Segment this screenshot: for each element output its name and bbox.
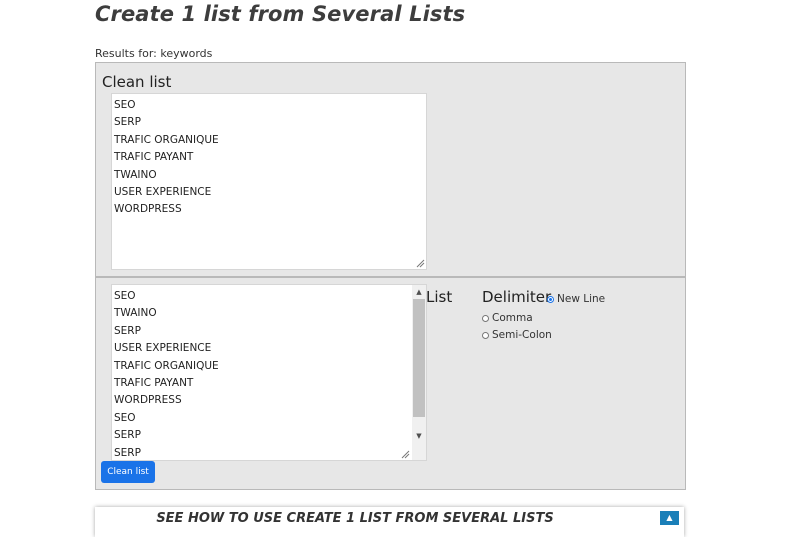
output-line: SERP <box>114 116 141 129</box>
delimiter-label: Delimiter <box>482 288 552 306</box>
radio-unchecked-icon[interactable] <box>482 314 489 322</box>
input-line: SERP <box>114 429 141 442</box>
input-line: SEO <box>114 290 136 302</box>
scrollbar[interactable]: ▲ ▼ <box>412 285 426 460</box>
radio-checked-icon[interactable] <box>547 295 554 303</box>
resize-grip-icon[interactable] <box>416 259 425 268</box>
delimiter-option-label: Comma <box>492 312 533 324</box>
input-line: TRAFIC ORGANIQUE <box>114 359 219 372</box>
input-line: TWAINO <box>114 307 157 320</box>
page-title: Create 1 list from Several Lists <box>95 2 466 26</box>
input-line: WORDPRESS <box>114 394 182 407</box>
output-line: USER EXPERIENCE <box>114 185 212 198</box>
results-label: Results for: keywords <box>95 47 213 60</box>
delimiter-option-new-line[interactable]: New Line <box>547 293 605 305</box>
output-line: WORDPRESS <box>114 203 182 216</box>
input-line: USER EXPERIENCE <box>114 342 212 355</box>
delimiter-option-comma[interactable]: Comma <box>482 312 533 324</box>
how-to-title: SEE HOW TO USE CREATE 1 LIST FROM SEVERA… <box>156 511 554 526</box>
how-to-section: SEE HOW TO USE CREATE 1 LIST FROM SEVERA… <box>95 507 684 537</box>
clean-list-output[interactable]: SEO SERP TRAFIC ORGANIQUE TRAFIC PAYANT … <box>111 93 427 270</box>
delimiter-option-semi-colon[interactable]: Semi-Colon <box>482 329 552 341</box>
list-label: List <box>426 288 453 306</box>
output-line: TWAINO <box>114 168 157 181</box>
output-line: SEO <box>114 99 136 111</box>
input-line: SERP <box>114 324 141 337</box>
delimiter-option-label: New Line <box>557 293 606 305</box>
input-line: SEO <box>114 411 136 424</box>
clean-list-button[interactable]: Clean list <box>101 461 155 483</box>
scroll-up-arrow-icon[interactable]: ▲ <box>412 286 426 298</box>
delimiter-option-label: Semi-Colon <box>492 329 552 341</box>
caret-up-icon[interactable]: ▲ <box>660 511 679 525</box>
output-line: TRAFIC PAYANT <box>114 151 194 164</box>
scroll-down-arrow-icon[interactable]: ▼ <box>412 430 426 442</box>
clean-list-panel: Clean list SEO SERP TRAFIC ORGANIQUE TRA… <box>95 62 686 277</box>
input-line: SERP <box>114 446 141 459</box>
input-list-panel: SEO TWAINO SERP USER EXPERIENCE TRAFIC O… <box>95 277 686 490</box>
output-line: TRAFIC ORGANIQUE <box>114 133 219 146</box>
radio-unchecked-icon[interactable] <box>482 331 489 339</box>
input-line: TRAFIC PAYANT <box>114 376 194 389</box>
clean-list-heading: Clean list <box>102 73 172 91</box>
list-input[interactable]: SEO TWAINO SERP USER EXPERIENCE TRAFIC O… <box>111 284 427 461</box>
scroll-thumb[interactable] <box>413 299 425 417</box>
resize-grip-icon[interactable] <box>401 450 410 459</box>
